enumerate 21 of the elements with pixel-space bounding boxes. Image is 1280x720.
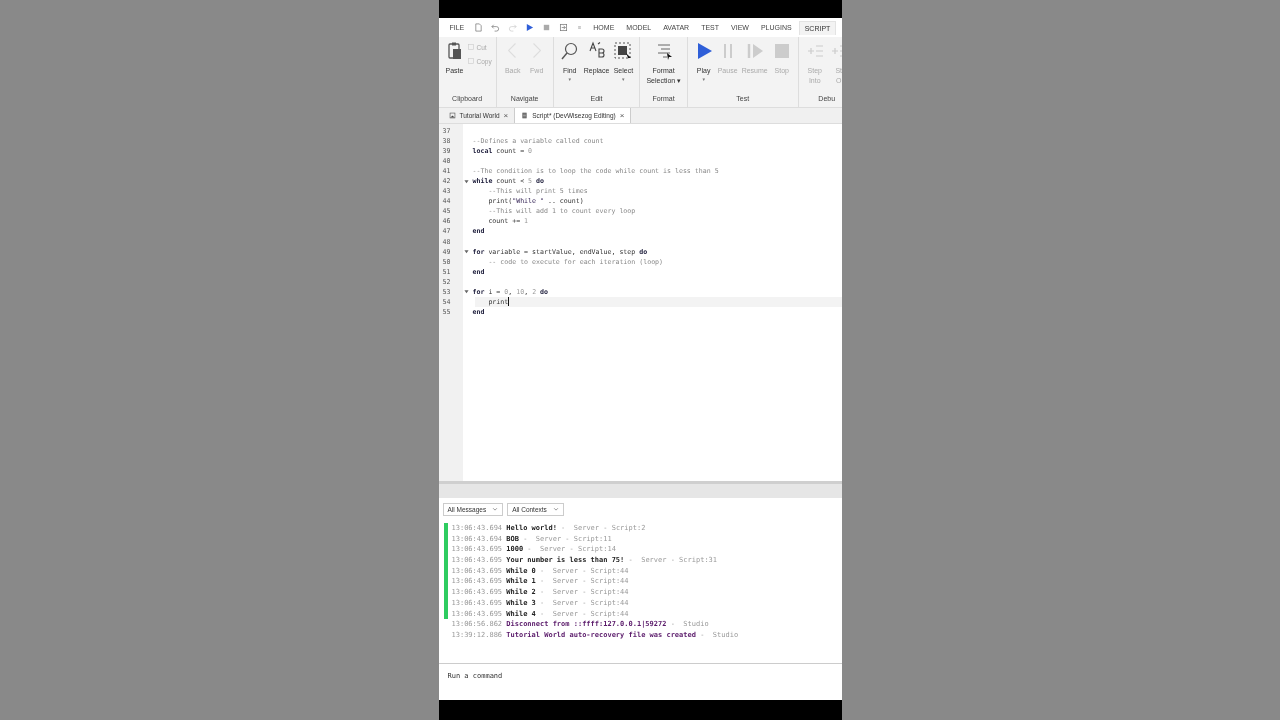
text-cursor	[508, 297, 510, 307]
fold-arrow-icon[interactable]	[464, 289, 469, 295]
customize-icon[interactable]	[576, 23, 584, 32]
place-icon	[448, 112, 456, 119]
fold-arrow-icon[interactable]	[464, 249, 469, 255]
fold-arrow-icon[interactable]	[464, 178, 469, 184]
script-icon	[521, 112, 529, 119]
file-icon[interactable]	[474, 23, 484, 32]
import-icon[interactable]	[559, 23, 569, 32]
search-icon	[559, 41, 580, 61]
close-button[interactable]: ×	[619, 111, 625, 120]
stop-icon[interactable]	[542, 23, 552, 32]
undo-icon[interactable]	[491, 23, 501, 32]
caret-icon	[552, 506, 559, 512]
caret-icon	[492, 506, 499, 512]
redo-icon[interactable]	[508, 23, 518, 32]
selection-icon	[613, 41, 634, 61]
replace-icon	[586, 41, 607, 61]
panel-splitter[interactable]	[438, 481, 842, 498]
close-button[interactable]: ×	[503, 111, 509, 120]
play-icon[interactable]	[525, 23, 535, 32]
